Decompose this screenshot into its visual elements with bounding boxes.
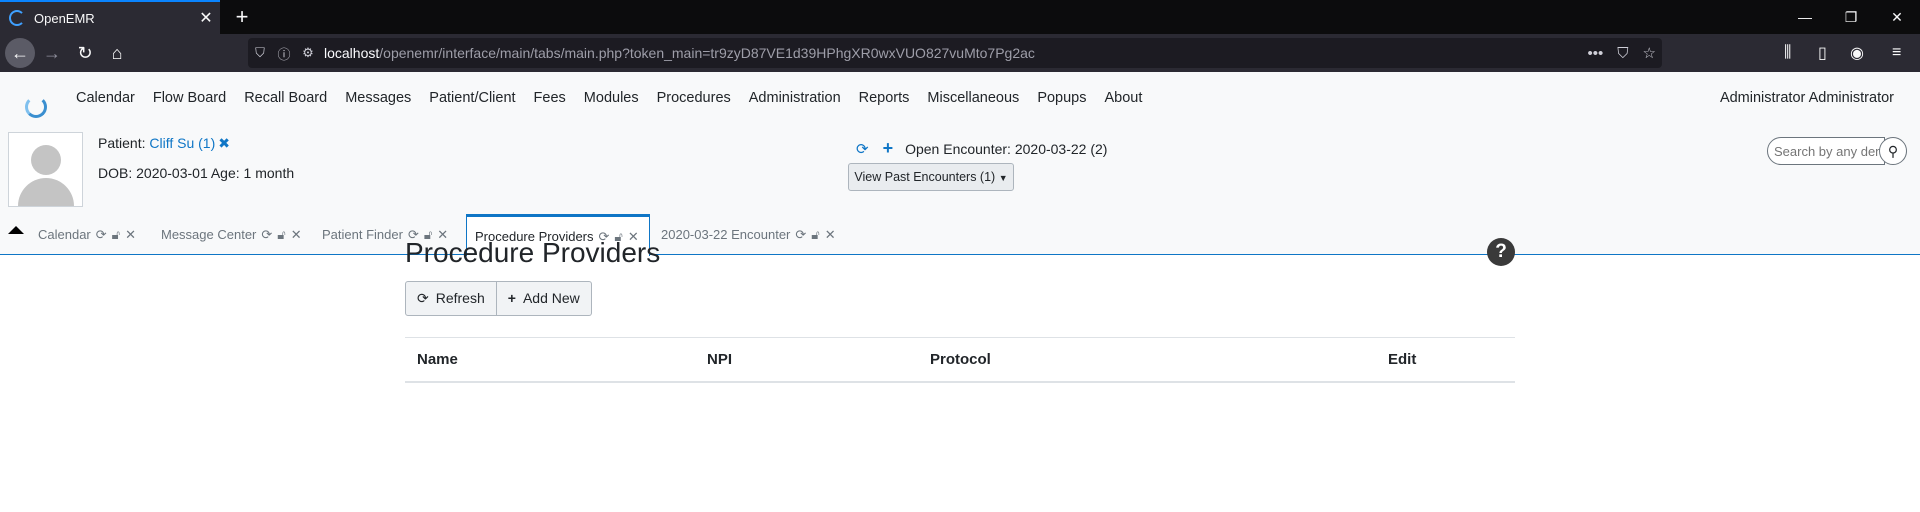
patient-label: Patient: [98,135,146,151]
menu-procedures[interactable]: Procedures [657,90,731,106]
main-menubar: Calendar Flow Board Recall Board Message… [0,72,1920,124]
refresh-icon: ⟳ [417,290,429,306]
browser-navbar: ← → ↻ ⌂ ⛉ ⓘ ⚙ localhost/openemr/interfac… [0,34,1920,72]
browser-tabstrip: OpenEMR ✕ + — ❐ ✕ [0,0,1920,34]
menu-calendar[interactable]: Calendar [76,90,135,106]
tab-label: 2020-03-22 Encounter [661,227,791,242]
browser-tab-title: OpenEMR [34,10,95,26]
past-encounters-label: View Past Encounters (1) [854,170,996,184]
restore-icon[interactable]: ❐ [1828,0,1874,34]
url-text: localhost/openemr/interface/main/tabs/ma… [324,45,1035,61]
account-icon[interactable]: ◉ [1850,38,1864,68]
openemr-favicon-icon [9,10,25,26]
close-tab-icon[interactable]: ✕ [192,8,220,28]
main-menu: Calendar Flow Board Recall Board Message… [76,90,1160,106]
tab-label: Patient Finder [322,227,403,242]
minimize-icon[interactable]: — [1782,0,1828,34]
tab-label: Message Center [161,227,257,242]
close-icon[interactable]: ✕ [291,227,302,243]
tabs-bar: Calendar ⟳ 🔓︎ ✕ Message Center ⟳ 🔓︎ ✕ Pa… [0,214,1920,256]
encounter-line: ⟳ + Open Encounter: 2020-03-22 (2) [856,138,1107,159]
refresh-icon[interactable]: ⟳ [261,227,272,243]
close-icon[interactable]: ✕ [125,227,136,243]
forward-arrow-icon[interactable]: → [37,38,67,68]
collapse-header-icon[interactable] [8,226,24,234]
unlock-icon[interactable]: 🔓︎ [112,227,120,243]
menu-popups[interactable]: Popups [1037,90,1086,106]
openemr-logo-icon[interactable] [25,96,47,118]
plus-icon: + [507,290,516,306]
menu-modules[interactable]: Modules [584,90,639,106]
patient-search: ⚲ [1767,137,1907,165]
column-header-edit[interactable]: Edit [1388,351,1416,368]
menu-recall-board[interactable]: Recall Board [244,90,327,106]
hamburger-menu-icon[interactable]: ≡ [1892,38,1901,68]
help-icon[interactable]: ? [1487,238,1515,266]
open-encounter-label[interactable]: Open Encounter: 2020-03-22 (2) [905,141,1107,157]
tab-label: Calendar [38,227,91,242]
close-icon[interactable]: ✕ [825,227,836,243]
search-icon[interactable]: ⚲ [1879,137,1907,165]
browser-tab[interactable]: OpenEMR ✕ [0,0,220,34]
refresh-label: Refresh [435,290,485,306]
more-actions-icon[interactable]: ••• [1588,45,1604,62]
url-host: localhost [324,45,380,61]
add-new-label: Add New [522,290,580,306]
refresh-icon[interactable]: ⟳ [795,227,806,243]
sidebar-icon[interactable]: ▯ [1818,38,1827,68]
menu-messages[interactable]: Messages [345,90,411,106]
tab-calendar[interactable]: Calendar ⟳ 🔓︎ ✕ [38,214,136,255]
patient-dob: DOB: 2020-03-01 Age: 1 month [98,165,295,181]
pocket-icon[interactable]: ⛉ [1617,45,1628,62]
patient-name-line: Patient: Cliff Su (1) ✖ [98,135,230,152]
menu-reports[interactable]: Reports [859,90,910,106]
url-bar[interactable]: ⛉ ⓘ ⚙ localhost/openemr/interface/main/t… [248,38,1662,68]
reload-icon[interactable]: ↻ [70,38,100,68]
unlock-icon[interactable]: 🔓︎ [811,227,819,243]
bookmark-star-icon[interactable]: ☆ [1643,44,1656,62]
shield-icon[interactable]: ⛉ [248,45,272,61]
patient-name-link[interactable]: Cliff Su (1) [149,135,215,151]
column-header-npi[interactable]: NPI [707,351,732,368]
page-title: Procedure Providers [405,237,661,268]
search-input[interactable] [1767,137,1885,165]
refresh-icon[interactable]: ⟳ [96,227,107,243]
refresh-button[interactable]: ⟳ Refresh [405,281,497,316]
menu-flow-board[interactable]: Flow Board [153,90,226,106]
caret-down-icon: ▼ [998,173,1008,183]
close-patient-icon[interactable]: ✖ [218,135,230,151]
tab-message-center[interactable]: Message Center ⟳ 🔓︎ ✕ [161,214,302,255]
tab-encounter[interactable]: 2020-03-22 Encounter ⟳ 🔓︎ ✕ [661,214,836,255]
menu-patient-client[interactable]: Patient/Client [429,90,515,106]
column-header-name[interactable]: Name [417,351,458,368]
avatar [8,132,83,207]
refresh-encounter-icon[interactable]: ⟳ [856,140,869,158]
menu-administration[interactable]: Administration [749,90,841,106]
action-button-group: ⟳ Refresh + Add New [405,281,592,316]
patient-bar: Patient: Cliff Su (1) ✖ DOB: 2020-03-01 A… [0,124,1920,214]
column-header-protocol[interactable]: Protocol [930,351,991,368]
menu-about[interactable]: About [1105,90,1143,106]
add-new-button[interactable]: + Add New [496,281,592,316]
view-past-encounters-button[interactable]: View Past Encounters (1) ▼ [848,163,1014,191]
window-close-icon[interactable]: ✕ [1874,0,1920,34]
openemr-app: Calendar Flow Board Recall Board Message… [0,72,1920,512]
info-icon[interactable]: ⓘ [272,44,296,63]
home-icon[interactable]: ⌂ [102,38,132,68]
menu-fees[interactable]: Fees [534,90,566,106]
new-tab-icon[interactable]: + [228,2,256,32]
back-arrow-icon[interactable]: ← [5,38,35,68]
url-path: /openemr/interface/main/tabs/main.php?to… [379,45,1035,61]
providers-table: Name NPI Protocol Edit [405,337,1515,383]
plus-icon[interactable]: + [883,138,894,159]
permissions-icon[interactable]: ⚙ [296,45,320,61]
menu-miscellaneous[interactable]: Miscellaneous [927,90,1019,106]
user-menu[interactable]: Administrator Administrator [1720,90,1894,106]
unlock-icon[interactable]: 🔓︎ [277,227,285,243]
library-icon[interactable]: ⫼ [1784,38,1791,68]
